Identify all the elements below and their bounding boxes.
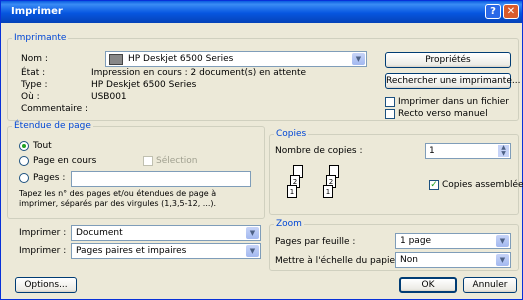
zoom-legend: Zoom: [276, 219, 302, 229]
chevron-down-icon: ▼: [496, 254, 509, 266]
pages-per-sheet-value: 1 page: [400, 236, 432, 246]
print-to-file-checkbox[interactable]: [385, 97, 395, 107]
chevron-down-icon: ▼: [496, 235, 509, 247]
pages-per-sheet-label: Pages par feuille :: [275, 237, 356, 247]
print-pages-label: Imprimer :: [19, 246, 67, 256]
find-printer-button[interactable]: Rechercher une imprimante...: [385, 73, 520, 89]
print-pages-value: Pages paires et impaires: [76, 246, 187, 256]
pages-per-sheet-combo[interactable]: 1 page ▼: [395, 233, 511, 249]
window-title: Imprimer: [11, 6, 63, 17]
copies-legend: Copies: [276, 129, 307, 139]
print-what-label: Imprimer :: [19, 228, 67, 238]
printer-state-value: Impression en cours : 2 document(s) en a…: [91, 68, 307, 78]
page-icon: 1: [323, 185, 333, 198]
cancel-button[interactable]: Annuler: [463, 277, 517, 293]
print-what-value: Document: [76, 228, 123, 238]
printer-name-combo[interactable]: HP Deskjet 6500 Series ▼: [105, 51, 367, 67]
collate-checkbox[interactable]: ✓: [429, 180, 439, 190]
printer-where-value: USB001: [91, 92, 127, 102]
manual-duplex-label: Recto verso manuel: [398, 109, 488, 119]
print-to-file-label: Imprimer dans un fichier: [398, 97, 510, 107]
options-button[interactable]: Options...: [15, 277, 77, 293]
copies-count-input[interactable]: 1 ▲ ▼: [425, 143, 511, 159]
copies-count-value: 1: [429, 146, 435, 156]
printer-legend: Imprimante: [14, 33, 67, 43]
range-all-label: Tout: [33, 141, 52, 151]
scale-to-paper-combo[interactable]: Non ▼: [395, 252, 511, 268]
range-current-label: Page en cours: [33, 156, 97, 166]
title-bar: Imprimer ? ✕: [1, 1, 522, 23]
range-pages-label: Pages :: [33, 173, 66, 183]
range-current-radio[interactable]: [19, 156, 29, 166]
range-selection-label: Sélection: [156, 156, 198, 166]
close-button[interactable]: ✕: [503, 4, 519, 19]
chevron-down-icon: ▼: [352, 53, 365, 65]
printer-comment-label: Commentaire :: [21, 104, 89, 114]
print-what-combo[interactable]: Document ▼: [71, 225, 261, 241]
page-range-legend: Étendue de page: [14, 121, 91, 131]
printer-name-value: HP Deskjet 6500 Series: [128, 54, 234, 64]
printer-state-label: État :: [21, 68, 46, 78]
copies-group: Copies: [269, 129, 519, 215]
print-dialog: Imprimer ? ✕ Imprimante Nom : HP Deskjet…: [0, 0, 523, 300]
range-selection-checkbox[interactable]: [143, 156, 153, 166]
chevron-down-icon: ▼: [246, 245, 259, 257]
page-icon: 1: [287, 185, 297, 198]
range-all-radio[interactable]: [19, 141, 29, 151]
chevron-down-icon: ▼: [246, 227, 259, 239]
spin-icon: ▲ ▼: [498, 145, 509, 157]
printer-type-value: HP Deskjet 6500 Series: [91, 80, 197, 90]
range-pages-radio[interactable]: [19, 173, 29, 183]
ok-button[interactable]: OK: [399, 277, 457, 293]
pages-input[interactable]: [71, 171, 251, 187]
range-hint: Tapez les n° des pages et/ou étendues de…: [19, 189, 217, 208]
copies-count-label: Nombre de copies :: [275, 146, 363, 156]
help-button[interactable]: ?: [485, 4, 501, 19]
printer-name-label: Nom :: [21, 54, 48, 64]
scale-to-paper-label: Mettre à l'échelle du papier :: [275, 256, 405, 266]
scale-to-paper-value: Non: [400, 255, 418, 265]
manual-duplex-checkbox[interactable]: [385, 109, 395, 119]
printer-type-label: Type :: [21, 80, 48, 90]
properties-button[interactable]: Propriétés: [385, 52, 511, 68]
collate-label: Copies assemblées: [442, 180, 523, 190]
printer-icon: [109, 54, 123, 65]
print-pages-combo[interactable]: Pages paires et impaires ▼: [71, 243, 261, 259]
printer-where-label: Où :: [21, 92, 40, 102]
